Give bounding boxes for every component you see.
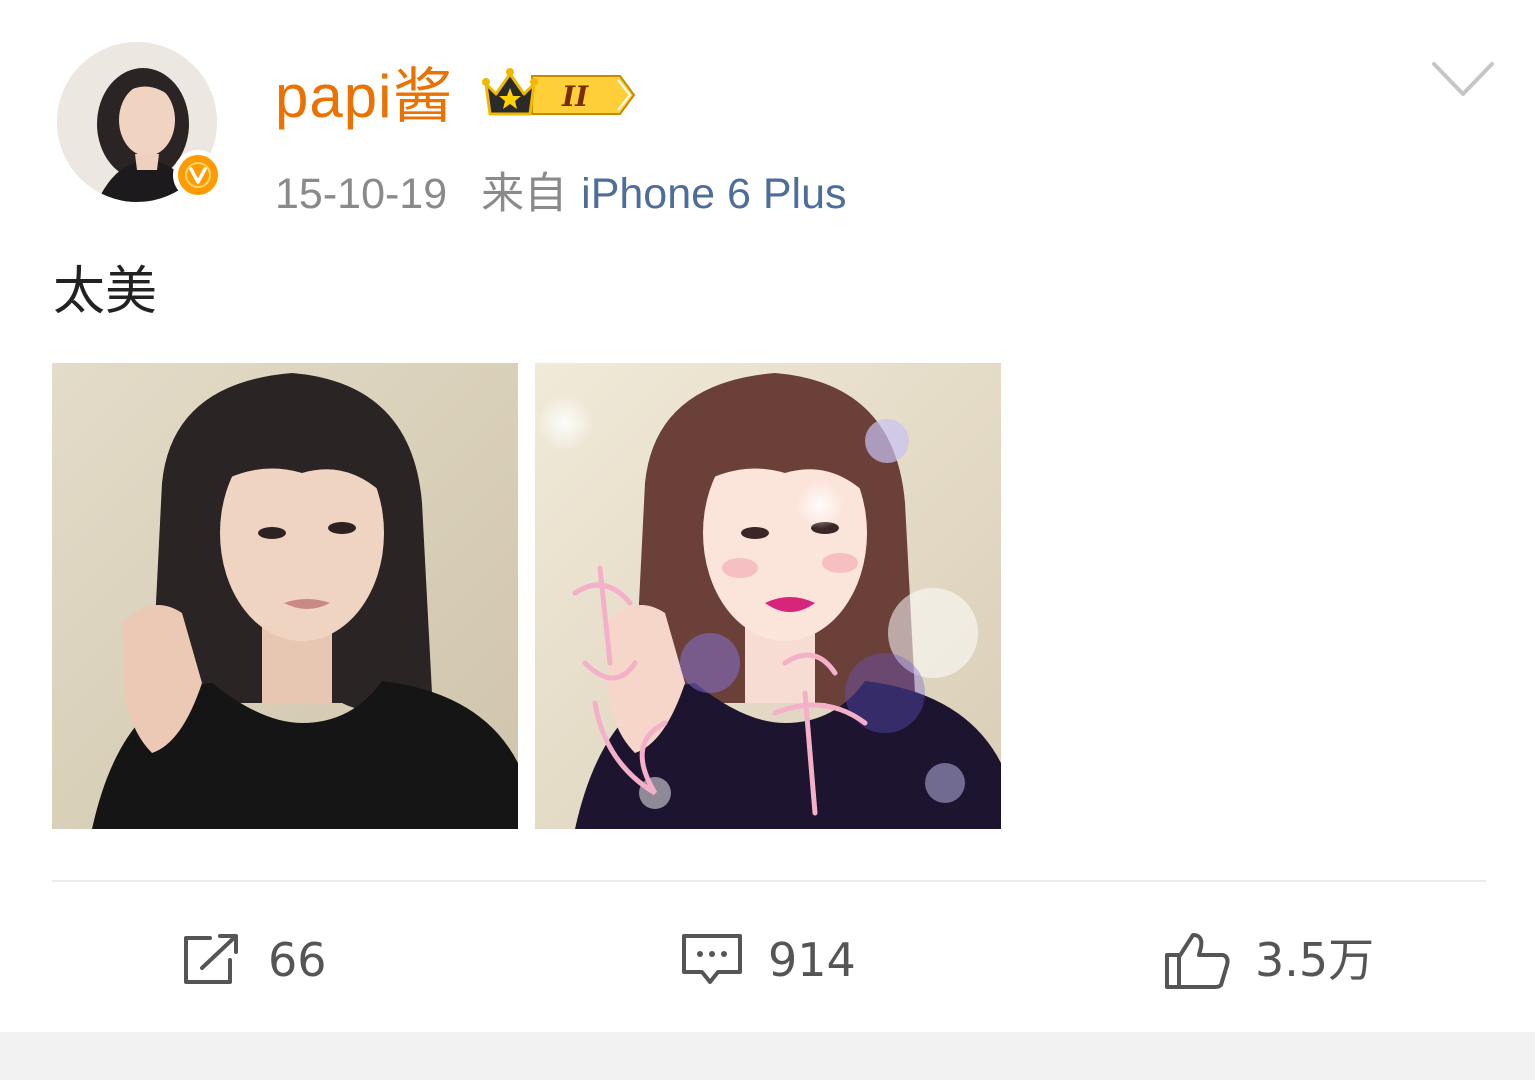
rank-badge-icon[interactable]: II: [480, 66, 642, 124]
repost-icon: [184, 934, 238, 984]
weibo-post-card: papi酱 II 15-10-19 来自 iPhone 6 Plus 太美 66…: [0, 0, 1535, 1080]
avatar[interactable]: [57, 42, 223, 206]
post-photo-2[interactable]: [535, 363, 1001, 829]
like-count: 3.5万: [1255, 933, 1375, 987]
repost-button[interactable]: 66: [180, 925, 327, 995]
repost-count: 66: [268, 933, 327, 987]
verified-badge-icon: [173, 150, 223, 200]
comment-icon: [682, 934, 742, 984]
source-link[interactable]: iPhone 6 Plus: [581, 170, 846, 218]
thumbs-up-icon: [1165, 933, 1230, 989]
post-text: 太美: [53, 262, 158, 322]
like-button[interactable]: 3.5万: [1163, 925, 1374, 995]
post-photo-1[interactable]: [52, 363, 518, 829]
comment-button[interactable]: 914: [680, 925, 856, 995]
bottom-separator-band: [0, 1032, 1535, 1080]
from-label: 来自: [481, 170, 568, 218]
comment-count: 914: [768, 933, 856, 987]
selfie-photo-icon: [52, 363, 518, 829]
selfie-photo-filtered-icon: [535, 363, 1001, 829]
rank-numeral: II: [561, 80, 589, 113]
divider: [52, 880, 1486, 882]
post-date: 15-10-19: [275, 170, 448, 218]
username[interactable]: papi酱: [275, 60, 453, 134]
chevron-down-icon[interactable]: [1431, 58, 1495, 102]
post-meta: 15-10-19 来自 iPhone 6 Plus: [275, 168, 847, 220]
